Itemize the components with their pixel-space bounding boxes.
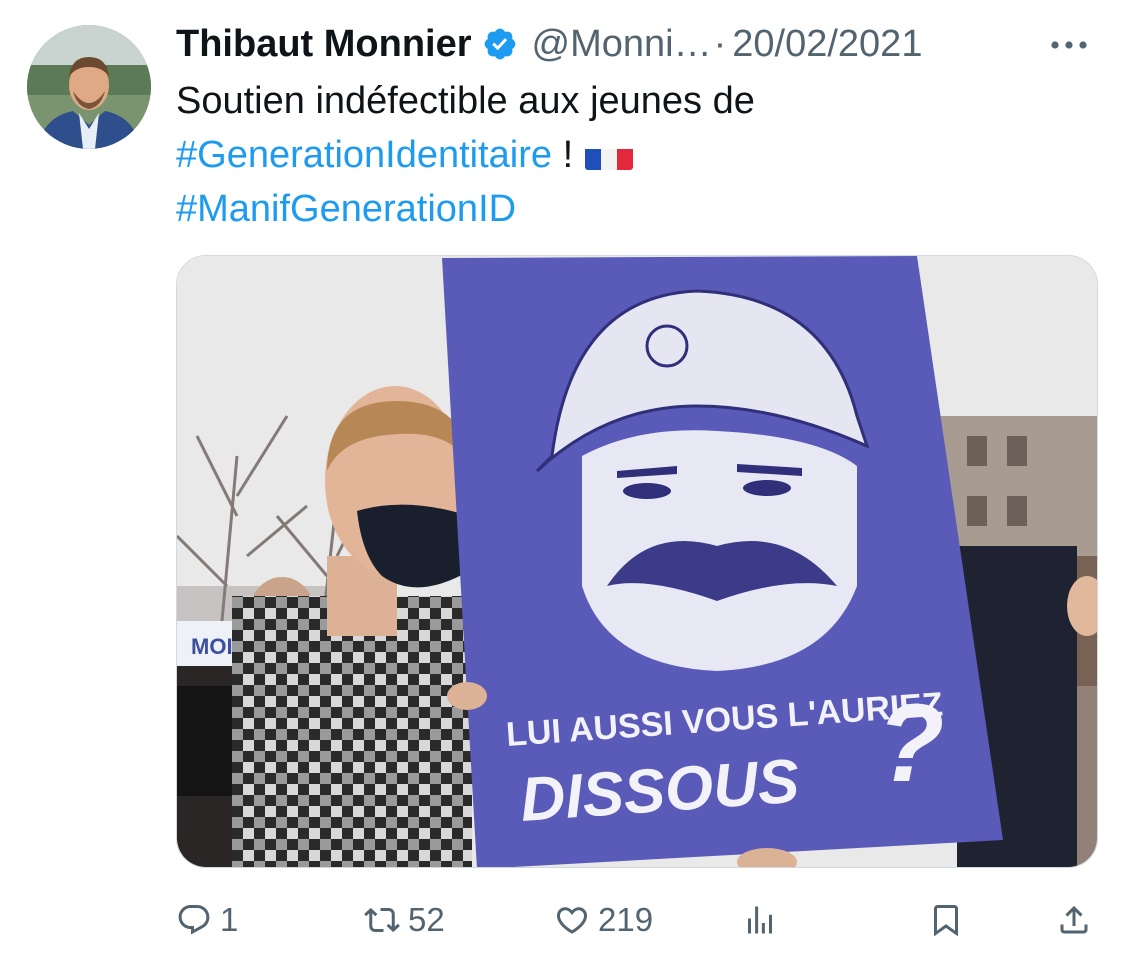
more-options-icon[interactable] — [1045, 27, 1093, 63]
reply-icon — [178, 905, 210, 935]
sign-question-mark: ? — [877, 682, 944, 805]
hashtag-link[interactable]: #ManifGenerationID — [176, 188, 516, 230]
retweet-count: 52 — [408, 901, 445, 938]
reply-count: 1 — [220, 901, 239, 938]
views-button[interactable] — [742, 888, 778, 952]
exclamation-text: ! — [552, 134, 574, 176]
hashtag-link[interactable]: #GenerationIdentitaire — [176, 134, 552, 176]
views-icon — [748, 906, 772, 934]
author-avatar[interactable] — [27, 25, 151, 149]
share-icon — [1060, 905, 1088, 934]
like-button[interactable]: 219 — [554, 888, 653, 952]
tweet-photo[interactable]: MOI LUI AUSSI VOUS L'AURIEZ DISSOUS ? — [176, 255, 1098, 868]
tweet-text-line: Soutien indéfectible aux jeunes de — [176, 80, 755, 122]
bookmark-button[interactable] — [928, 888, 964, 952]
share-button[interactable] — [1056, 888, 1092, 952]
flag-france-icon — [585, 140, 634, 170]
reply-button[interactable]: 1 — [176, 888, 238, 952]
background-sign-text: MOI — [191, 634, 233, 659]
author-handle[interactable]: @Monni… — [532, 23, 712, 66]
separator-dot: · — [713, 22, 727, 65]
author-name[interactable]: Thibaut Monnier — [176, 23, 472, 66]
like-count: 219 — [598, 901, 654, 938]
retweet-button[interactable]: 52 — [364, 888, 445, 952]
tweet-actions-bar: 1 52 219 — [176, 888, 1096, 952]
retweet-icon — [364, 907, 400, 933]
tweet-date[interactable]: 20/02/2021 — [732, 23, 922, 66]
like-icon — [556, 907, 588, 934]
tweet-text: Soutien indéfectible aux jeunes de #Gene… — [176, 74, 1056, 236]
tweet-header: Thibaut Monnier @Monni… · 20/02/2021 — [176, 18, 1096, 70]
bookmark-icon — [934, 905, 958, 937]
verified-badge-icon — [484, 28, 515, 60]
